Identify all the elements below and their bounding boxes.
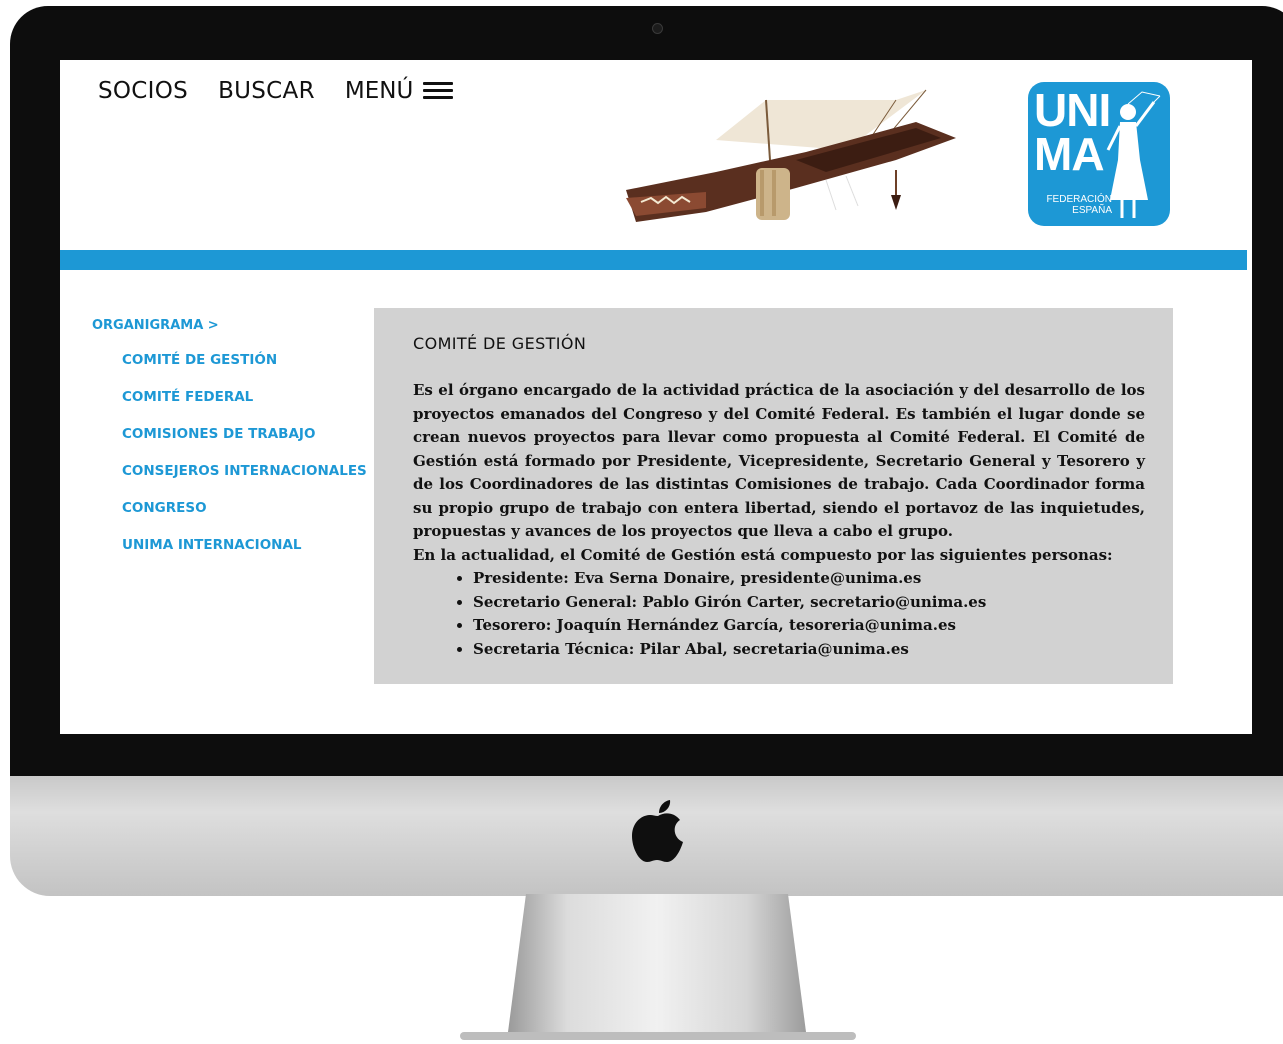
sidebar-item-comisiones[interactable]: COMISIONES DE TRABAJO	[122, 426, 367, 463]
crocodile-puppet-image	[626, 89, 956, 222]
logo-text-uni: UNI	[1034, 84, 1111, 136]
sidebar-item-consejeros[interactable]: CONSEJEROS INTERNACIONALES	[122, 463, 367, 500]
member-item: Secretario General: Pablo Girón Carter, …	[473, 591, 1145, 615]
members-list: Presidente: Eva Serna Donaire, president…	[413, 567, 1145, 661]
sidebar-item-congreso[interactable]: CONGRESO	[122, 500, 367, 537]
content-title: COMITÉ DE GESTIÓN	[413, 334, 587, 353]
browser-screen: SOCIOS BUSCAR MENÚ UNI MA FEDERACIÓN ESP…	[60, 60, 1252, 734]
content-panel: COMITÉ DE GESTIÓN Es el órgano encargado…	[374, 308, 1173, 684]
logo-text-ma: MA	[1034, 128, 1105, 180]
members-intro: En la actualidad, el Comité de Gestión e…	[413, 545, 1113, 564]
unima-logo[interactable]: UNI MA FEDERACIÓN ESPAÑA	[1028, 82, 1170, 226]
sidebar-heading-organigrama[interactable]: ORGANIGRAMA >	[92, 318, 367, 333]
top-navigation: SOCIOS BUSCAR MENÚ	[98, 78, 454, 104]
apple-logo-icon	[632, 800, 683, 862]
header-divider-band	[60, 250, 1247, 270]
menu-label: MENÚ	[344, 78, 414, 104]
member-item: Tesorero: Joaquín Hernández García, teso…	[473, 614, 1145, 638]
member-item: Presidente: Eva Serna Donaire, president…	[473, 567, 1145, 591]
imac-stand	[460, 894, 856, 1040]
sidebar-item-unima-internacional[interactable]: UNIMA INTERNACIONAL	[122, 537, 367, 574]
organigrama-sidebar: ORGANIGRAMA > COMITÉ DE GESTIÓN COMITÉ F…	[92, 318, 367, 574]
sidebar-item-comite-gestion[interactable]: COMITÉ DE GESTIÓN	[122, 352, 367, 389]
nav-socios-link[interactable]: SOCIOS	[98, 78, 188, 104]
menu-button[interactable]: MENÚ	[344, 78, 454, 104]
nav-buscar-link[interactable]: BUSCAR	[218, 78, 315, 104]
marionette-figure-icon	[1106, 91, 1161, 218]
hamburger-icon	[423, 82, 454, 100]
content-paragraph: Es el órgano encargado de la actividad p…	[413, 381, 1145, 540]
camera-icon	[652, 23, 663, 34]
sidebar-item-comite-federal[interactable]: COMITÉ FEDERAL	[122, 389, 367, 426]
member-item: Secretaria Técnica: Pilar Abal, secretar…	[473, 638, 1145, 662]
